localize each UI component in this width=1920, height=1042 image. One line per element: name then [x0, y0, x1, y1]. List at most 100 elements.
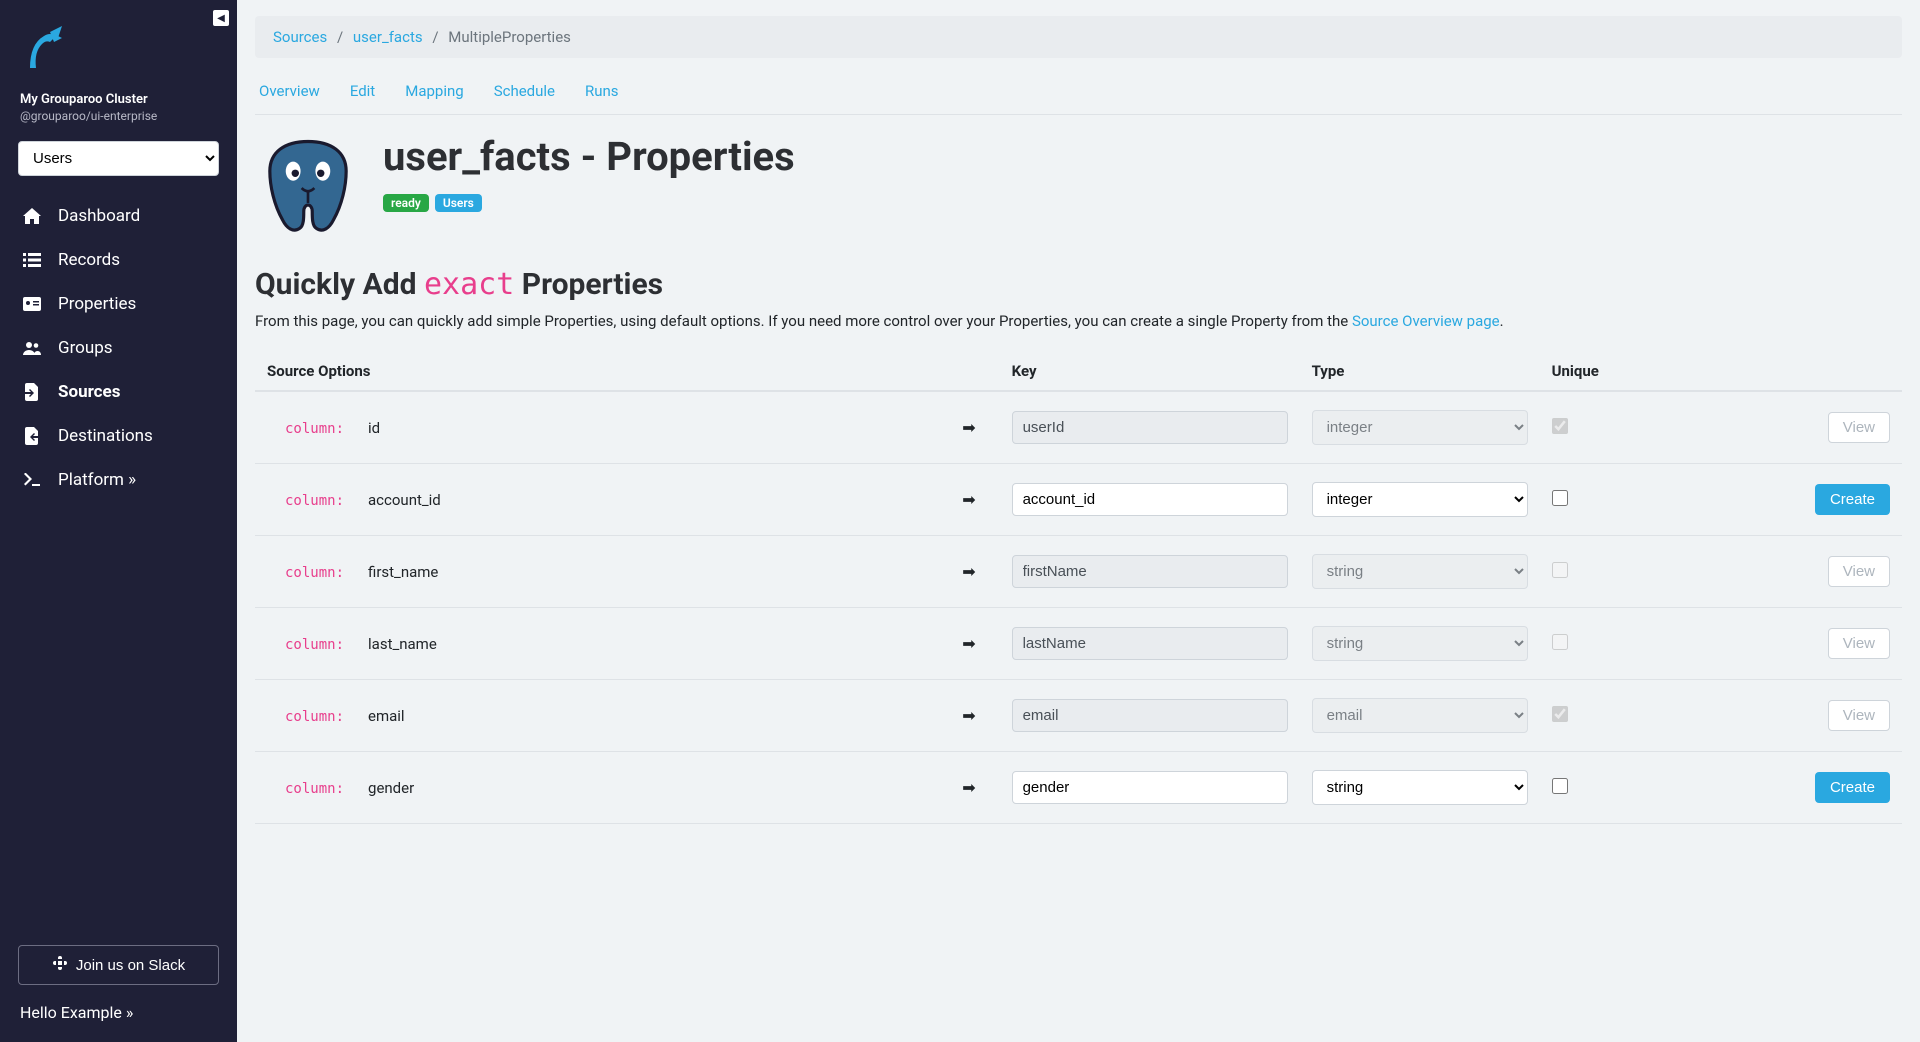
grouparoo-logo-icon: [20, 24, 70, 78]
view-button[interactable]: View: [1828, 412, 1890, 443]
column-name: last_name: [356, 608, 940, 680]
tab-runs[interactable]: Runs: [585, 78, 619, 104]
key-input: [1012, 627, 1288, 660]
th-key: Key: [1000, 352, 1300, 391]
type-select: string: [1312, 554, 1528, 589]
view-button[interactable]: View: [1828, 700, 1890, 731]
tab-overview[interactable]: Overview: [259, 78, 320, 104]
key-input: [1012, 411, 1288, 444]
arrow-right-icon: ➡: [962, 418, 975, 437]
view-button[interactable]: View: [1828, 556, 1890, 587]
source-overview-link[interactable]: Source Overview page: [1352, 312, 1500, 330]
nav-label: Platform »: [58, 470, 136, 490]
key-input: [1012, 699, 1288, 732]
sidebar-item-destinations[interactable]: Destinations: [0, 414, 237, 458]
page-title: user_facts - Properties: [383, 133, 795, 180]
nav-label: Groups: [58, 338, 113, 358]
sidebar-item-properties[interactable]: Properties: [0, 282, 237, 326]
unique-checkbox: [1552, 418, 1568, 434]
nav-label: Sources: [58, 382, 120, 402]
th-source-options: Source Options: [255, 352, 940, 391]
table-row: column: gender ➡ string Create: [255, 752, 1902, 824]
breadcrumb: Sources / user_facts / MultiplePropertie…: [255, 16, 1902, 58]
cluster-package: @grouparoo/ui-enterprise: [0, 107, 237, 141]
tab-edit[interactable]: Edit: [350, 78, 375, 104]
type-select[interactable]: string: [1312, 770, 1528, 805]
type-select[interactable]: integer: [1312, 482, 1528, 517]
tab-schedule[interactable]: Schedule: [494, 78, 555, 104]
column-label: column:: [267, 709, 344, 725]
home-icon: [22, 208, 42, 224]
unique-checkbox[interactable]: [1552, 778, 1568, 794]
arrow-right-icon: ➡: [962, 562, 975, 581]
column-name: email: [356, 680, 940, 752]
key-input[interactable]: [1012, 483, 1288, 516]
column-name: first_name: [356, 536, 940, 608]
column-name: id: [356, 391, 940, 464]
th-unique: Unique: [1540, 352, 1650, 391]
nav-label: Dashboard: [58, 206, 140, 226]
tabs: Overview Edit Mapping Schedule Runs: [255, 78, 1902, 115]
type-select: integer: [1312, 410, 1528, 445]
arrow-right-icon: ➡: [962, 778, 975, 797]
sidebar-item-groups[interactable]: Groups: [0, 326, 237, 370]
type-select: string: [1312, 626, 1528, 661]
sidebar-item-records[interactable]: Records: [0, 238, 237, 282]
unique-checkbox[interactable]: [1552, 490, 1568, 506]
file-export-icon: [22, 427, 42, 445]
section-description: From this page, you can quickly add simp…: [255, 312, 1902, 330]
id-card-icon: [22, 297, 42, 311]
table-row: column:email➡emailView: [255, 680, 1902, 752]
terminal-icon: [22, 473, 42, 487]
column-name: gender: [356, 752, 940, 824]
create-button[interactable]: Create: [1815, 772, 1890, 803]
hello-user[interactable]: Hello Example »: [0, 1003, 237, 1042]
nav-list: Dashboard Records Properties Groups Sources D…: [0, 194, 237, 502]
key-input[interactable]: [1012, 771, 1288, 804]
sidebar-item-sources[interactable]: Sources: [0, 370, 237, 414]
postgres-icon: [255, 133, 361, 243]
properties-table: Source Options Key Type Unique column: id…: [255, 352, 1902, 824]
file-import-icon: [22, 383, 42, 401]
join-slack-button[interactable]: Join us on Slack: [18, 945, 219, 985]
model-badge-users: Users: [435, 194, 482, 212]
unique-checkbox: [1552, 706, 1568, 722]
list-icon: [22, 253, 42, 267]
column-label: column:: [267, 565, 344, 581]
th-type: Type: [1300, 352, 1540, 391]
users-icon: [22, 341, 42, 355]
unique-checkbox: [1552, 634, 1568, 650]
table-row: column: id ➡ integer View: [255, 391, 1902, 464]
breadcrumb-current: MultipleProperties: [448, 28, 571, 46]
column-label: column:: [267, 781, 344, 797]
nav-label: Records: [58, 250, 120, 270]
column-name: account_id: [356, 464, 940, 536]
sidebar-collapse-button[interactable]: ◀: [213, 10, 229, 26]
arrow-right-icon: ➡: [962, 490, 975, 509]
sidebar-item-platform-[interactable]: Platform »: [0, 458, 237, 502]
logo: [0, 0, 237, 92]
tab-mapping[interactable]: Mapping: [405, 78, 463, 104]
column-label: column:: [267, 637, 344, 653]
section-title: Quickly Add exact Properties: [255, 267, 1902, 302]
table-row: column: last_name ➡ string View: [255, 608, 1902, 680]
column-label: column:: [267, 493, 344, 509]
arrow-right-icon: ➡: [962, 634, 975, 653]
sidebar-item-dashboard[interactable]: Dashboard: [0, 194, 237, 238]
table-row: column: account_id ➡ integer Create: [255, 464, 1902, 536]
breadcrumb-sources[interactable]: Sources: [273, 28, 327, 46]
nav-label: Properties: [58, 294, 136, 314]
cluster-name: My Grouparoo Cluster: [0, 92, 237, 107]
create-button[interactable]: Create: [1815, 484, 1890, 515]
status-badge-ready: ready: [383, 194, 429, 212]
table-row: column: first_name ➡ string View: [255, 536, 1902, 608]
unique-checkbox: [1552, 562, 1568, 578]
main-content: Sources / user_facts / MultiplePropertie…: [237, 0, 1920, 1042]
sidebar: ◀ My Grouparoo Cluster @grouparoo/ui-ent…: [0, 0, 237, 1042]
model-select[interactable]: Users: [18, 141, 219, 176]
column-label: column:: [267, 421, 344, 437]
arrow-right-icon: ➡: [962, 706, 975, 725]
breadcrumb-user-facts[interactable]: user_facts: [353, 28, 423, 46]
key-input: [1012, 555, 1288, 588]
view-button[interactable]: View: [1828, 628, 1890, 659]
